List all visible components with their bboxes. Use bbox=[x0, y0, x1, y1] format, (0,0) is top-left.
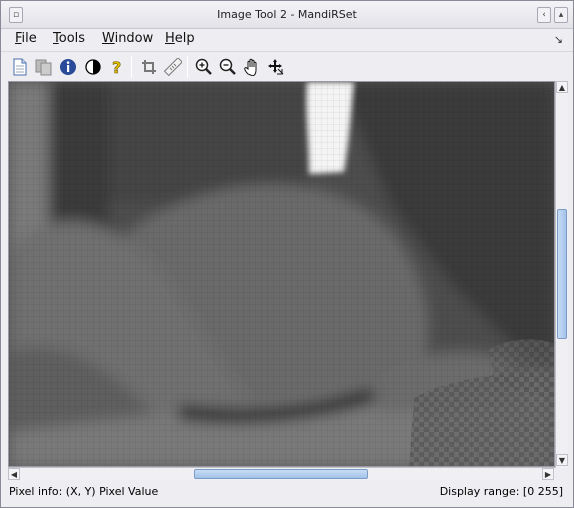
crop-icon[interactable] bbox=[139, 57, 159, 77]
image-viewport[interactable] bbox=[8, 81, 555, 467]
horizontal-scroll-thumb[interactable] bbox=[194, 469, 368, 479]
info-icon[interactable] bbox=[58, 57, 78, 77]
pan-hand-icon[interactable] bbox=[242, 57, 262, 77]
minimize-button[interactable]: ‹ bbox=[537, 7, 551, 23]
toolbar: ? bbox=[1, 51, 573, 81]
menu-help-label: elp bbox=[174, 31, 195, 46]
restore-arrow-icon[interactable]: ↘ bbox=[554, 33, 563, 46]
vertical-scroll-thumb[interactable] bbox=[557, 209, 567, 339]
ruler-icon[interactable] bbox=[163, 57, 183, 77]
scroll-down-arrow-icon[interactable]: ▼ bbox=[556, 454, 568, 466]
menu-file[interactable]: File bbox=[15, 31, 37, 46]
toolbar-separator bbox=[131, 56, 132, 78]
scroll-right-arrow-icon[interactable]: ▶ bbox=[542, 468, 554, 480]
menu-bar: File Tools Window Help ↘ bbox=[1, 29, 573, 50]
zoom-out-icon[interactable] bbox=[218, 57, 238, 77]
window-title: Image Tool 2 - MandiRSet bbox=[217, 8, 357, 21]
copy-document-icon[interactable] bbox=[34, 57, 54, 77]
menu-tools[interactable]: Tools bbox=[53, 31, 85, 46]
svg-text:?: ? bbox=[112, 58, 121, 76]
pixel-info-text: Pixel info: (X, Y) Pixel Value bbox=[9, 485, 159, 498]
zoom-in-icon[interactable] bbox=[194, 57, 214, 77]
toolbar-separator bbox=[187, 56, 188, 78]
image-tool-window: ▫ Image Tool 2 - MandiRSet ‹ ▴ File Tool… bbox=[0, 0, 574, 508]
maximize-button[interactable]: ▴ bbox=[554, 7, 568, 23]
vertical-scrollbar[interactable]: ▲ ▼ bbox=[555, 81, 568, 468]
menu-window[interactable]: Window bbox=[102, 31, 153, 46]
move-icon[interactable] bbox=[266, 57, 286, 77]
menu-tools-label: ools bbox=[58, 31, 86, 46]
horizontal-scrollbar[interactable]: ◀ ▶ bbox=[8, 467, 555, 480]
contrast-icon[interactable] bbox=[83, 57, 103, 77]
help-icon[interactable]: ? bbox=[107, 57, 127, 77]
display-range-text: Display range: [0 255] bbox=[439, 485, 563, 498]
title-bar[interactable]: ▫ Image Tool 2 - MandiRSet ‹ ▴ bbox=[1, 1, 573, 29]
status-bar: Pixel info: (X, Y) Pixel Value Display r… bbox=[1, 481, 573, 507]
menu-file-label: ile bbox=[21, 31, 37, 46]
new-document-icon[interactable] bbox=[10, 57, 30, 77]
scroll-up-arrow-icon[interactable]: ▲ bbox=[556, 81, 568, 93]
menu-window-mnemonic: W bbox=[102, 31, 115, 46]
menu-help-mnemonic: H bbox=[165, 31, 175, 46]
image-canvas[interactable] bbox=[9, 82, 555, 467]
menu-help[interactable]: Help bbox=[165, 31, 195, 46]
scroll-left-arrow-icon[interactable]: ◀ bbox=[8, 468, 20, 480]
menu-window-label: indow bbox=[114, 31, 154, 46]
